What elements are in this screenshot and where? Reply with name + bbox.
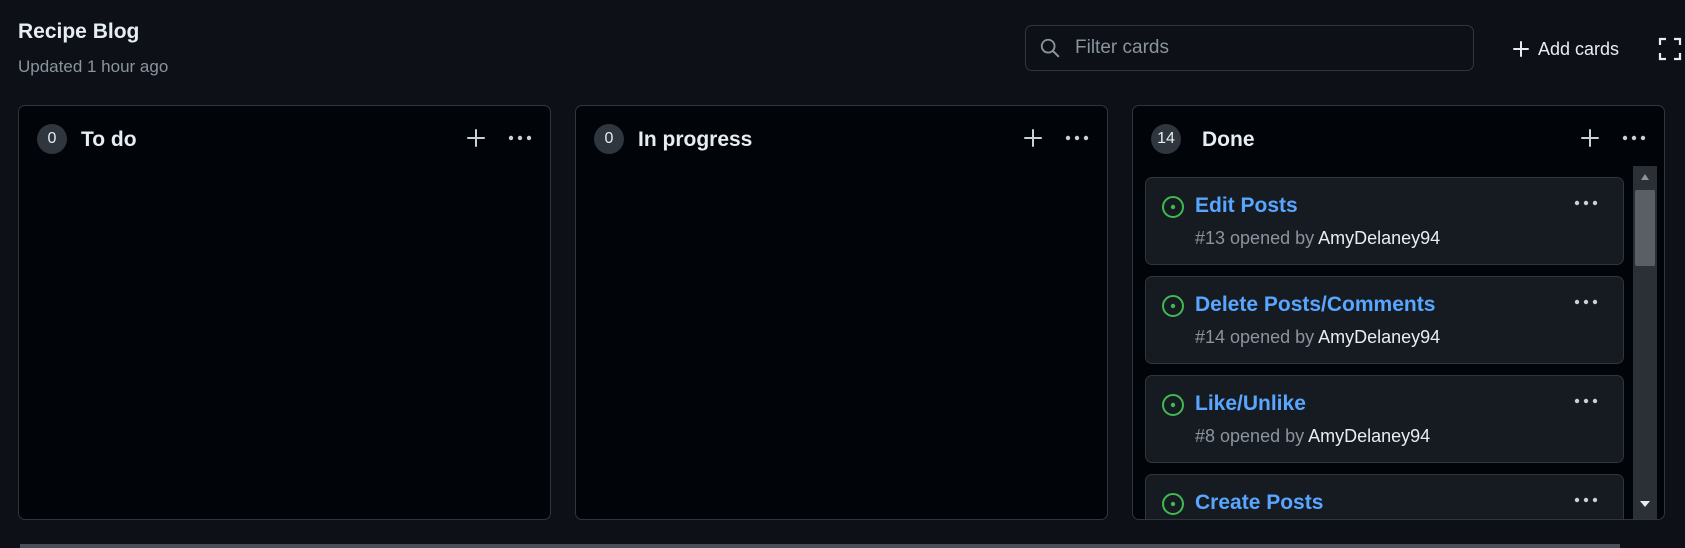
- plus-icon: [1024, 129, 1042, 147]
- column-count-badge: 0: [37, 124, 67, 154]
- issue-card[interactable]: Like/Unlike #8 opened by AmyDelaney94: [1145, 375, 1624, 463]
- add-card-button[interactable]: [1023, 128, 1043, 153]
- filter-cards-box[interactable]: [1025, 25, 1474, 71]
- issue-card-title-link[interactable]: Edit Posts: [1195, 194, 1298, 218]
- column-menu-button[interactable]: [507, 128, 533, 153]
- column-to-do: 0 To do: [18, 105, 551, 520]
- search-icon: [1040, 38, 1060, 58]
- kebab-horizontal-icon: [1622, 135, 1646, 141]
- issue-card-meta: #14 opened by AmyDelaney94: [1195, 327, 1440, 348]
- issue-author-link[interactable]: AmyDelaney94: [1308, 426, 1430, 446]
- project-updated-text: Updated 1 hour ago: [18, 57, 169, 76]
- issue-card[interactable]: Edit Posts #13 opened by AmyDelaney94: [1145, 177, 1624, 265]
- scroll-down-arrow-icon[interactable]: [1633, 493, 1657, 515]
- kebab-horizontal-icon: [1574, 200, 1598, 206]
- card-menu-button[interactable]: [1573, 493, 1599, 512]
- add-card-button[interactable]: [1580, 128, 1600, 153]
- column-count-badge: 14: [1151, 124, 1181, 154]
- kebab-horizontal-icon: [1065, 135, 1089, 141]
- column-header: 14 Done: [1133, 106, 1664, 172]
- column-header: 0 To do: [19, 106, 550, 172]
- issue-card[interactable]: Delete Posts/Comments #14 opened by AmyD…: [1145, 276, 1624, 364]
- fullscreen-button[interactable]: [1658, 37, 1682, 66]
- column-menu-button[interactable]: [1064, 128, 1090, 153]
- column-count-badge: 0: [594, 124, 624, 154]
- issue-number-text: #8 opened by: [1195, 426, 1305, 446]
- issue-card-meta: #13 opened by AmyDelaney94: [1195, 228, 1440, 249]
- issue-number-text: #13 opened by: [1195, 228, 1315, 248]
- issue-opened-icon: [1162, 196, 1184, 218]
- issue-number-text: #14 opened by: [1195, 327, 1315, 347]
- scrollbar-thumb[interactable]: [1635, 190, 1655, 266]
- plus-icon: [467, 129, 485, 147]
- kebab-horizontal-icon: [1574, 299, 1598, 305]
- issue-card[interactable]: Create Posts: [1145, 474, 1624, 519]
- column-in-progress: 0 In progress: [575, 105, 1108, 520]
- add-card-button[interactable]: [466, 128, 486, 153]
- column-done: 14 Done Edit Posts #13 opened by AmyDela…: [1132, 105, 1665, 520]
- horizontal-scrollbar[interactable]: [20, 544, 1620, 548]
- fullscreen-icon: [1658, 37, 1682, 61]
- kebab-horizontal-icon: [508, 135, 532, 141]
- issue-card-meta: #8 opened by AmyDelaney94: [1195, 426, 1430, 447]
- plus-icon: [1581, 129, 1599, 147]
- card-menu-button[interactable]: [1573, 196, 1599, 215]
- add-cards-button[interactable]: Add cards: [1512, 33, 1619, 65]
- issue-opened-icon: [1162, 295, 1184, 317]
- project-title: Recipe Blog: [18, 20, 140, 43]
- project-header: Recipe Blog Updated 1 hour ago Add cards: [0, 0, 1685, 100]
- column-title: In progress: [638, 128, 753, 151]
- column-title: To do: [81, 128, 137, 151]
- kebab-horizontal-icon: [1574, 398, 1598, 404]
- card-menu-button[interactable]: [1573, 295, 1599, 314]
- issue-card-title-link[interactable]: Create Posts: [1195, 491, 1323, 515]
- issue-card-title-link[interactable]: Like/Unlike: [1195, 392, 1306, 416]
- filter-cards-input[interactable]: [1073, 36, 1473, 60]
- column-header: 0 In progress: [576, 106, 1107, 172]
- kebab-horizontal-icon: [1574, 497, 1598, 503]
- card-list: Edit Posts #13 opened by AmyDelaney94 De…: [1145, 170, 1624, 519]
- issue-author-link[interactable]: AmyDelaney94: [1318, 327, 1440, 347]
- plus-icon: [1513, 41, 1529, 57]
- scroll-up-arrow-icon[interactable]: [1633, 166, 1657, 188]
- issue-opened-icon: [1162, 394, 1184, 416]
- column-title: Done: [1202, 128, 1255, 151]
- column-menu-button[interactable]: [1621, 128, 1647, 153]
- issue-opened-icon: [1162, 493, 1184, 515]
- issue-author-link[interactable]: AmyDelaney94: [1318, 228, 1440, 248]
- issue-card-title-link[interactable]: Delete Posts/Comments: [1195, 293, 1435, 317]
- add-cards-label: Add cards: [1538, 38, 1620, 59]
- card-list-scrollbar[interactable]: [1633, 166, 1657, 519]
- card-menu-button[interactable]: [1573, 394, 1599, 413]
